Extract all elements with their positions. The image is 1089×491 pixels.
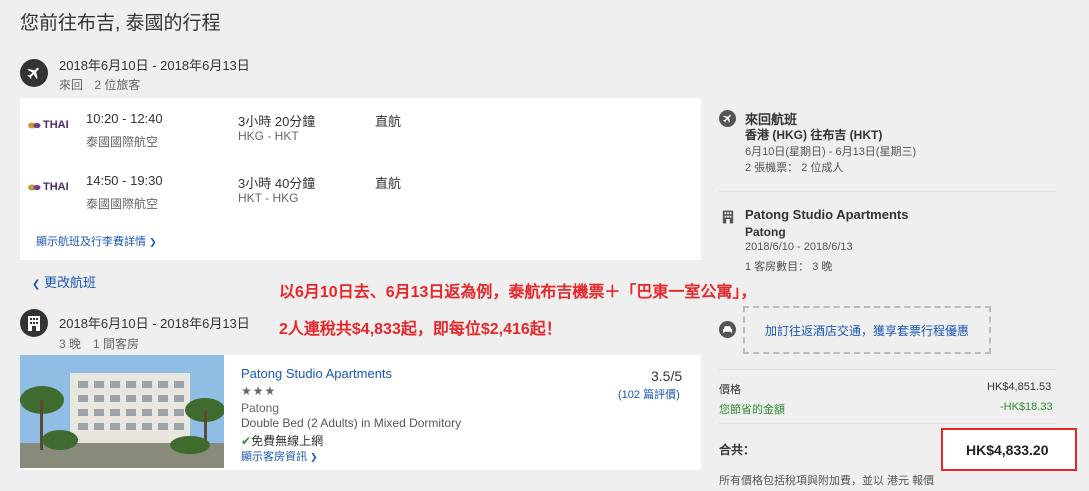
promo-line-2: 2人連稅共$4,833起，即每位$2,416起！: [279, 321, 562, 338]
segment-times: 10:20 - 12:40: [86, 111, 163, 126]
building-icon: [20, 309, 48, 337]
segment-route: HKG - HKT: [238, 129, 299, 143]
segment-duration: 3小時 20分鐘: [238, 114, 316, 129]
summary-divider: [719, 423, 1056, 424]
hotel-reviews-link[interactable]: (102 篇評價): [618, 386, 680, 402]
segment-stops: 直航: [375, 114, 402, 129]
chevron-down-icon: ❯: [149, 237, 157, 247]
promo-line-1: 以6月10日去、6月13日返為例，泰航布吉機票＋「巴東一室公寓」，: [279, 284, 757, 301]
hotel-wifi: ✔免費無線上網: [241, 432, 323, 449]
flight-card: THAI 10:20 - 12:40 泰國國際航空 3小時 20分鐘 HKG -…: [20, 98, 701, 260]
thai-airways-logo: THAI: [28, 119, 69, 131]
hotel-room-type: Double Bed (2 Adults) in Mixed Dormitory: [241, 416, 462, 430]
segment-times: 14:50 - 19:30: [86, 173, 163, 188]
summary-hotel-rooms: 1 客房數目： 3 晚: [745, 261, 833, 273]
car-icon: [719, 321, 736, 338]
segment-airline: 泰國國際航空: [86, 135, 159, 149]
chevron-down-icon: ❯: [310, 452, 318, 462]
segment-stops: 直航: [375, 176, 402, 191]
hotel-nights-rooms: 3 晚 1 間客房: [59, 337, 140, 351]
chevron-left-icon: ❮: [32, 279, 41, 290]
hotel-name-link[interactable]: Patong Studio Apartments: [241, 366, 392, 381]
room-details-label: 顯示客房資訊: [241, 451, 307, 463]
segment-route: HKT - HKG: [238, 191, 299, 205]
hotel-transfer-link[interactable]: 加訂往返酒店交通，獲享套票行程優惠: [765, 322, 969, 339]
hotel-area: Patong: [241, 401, 280, 415]
change-flight-label: 更改航班: [44, 275, 97, 290]
price-footnote: 所有價格包括稅項與附加費，並以 港元 報價: [719, 475, 935, 487]
hotel-guest-rating: 3.5/5: [651, 368, 683, 384]
flight-details-label: 顯示航班及行李費詳情: [36, 236, 146, 248]
summary-divider: [719, 369, 1056, 370]
summary-hotel-name: Patong Studio Apartments: [745, 207, 909, 222]
summary-flight-dates: 6月10日(星期日) - 6月13日(星期三): [745, 146, 917, 158]
flight-dates: 2018年6月10日 - 2018年6月13日: [59, 58, 250, 73]
airplane-icon: [719, 110, 736, 127]
building-icon: [719, 208, 736, 225]
total-label: 合共：: [719, 443, 756, 457]
summary-hotel-dates: 2018/6/10 - 2018/6/13: [745, 241, 853, 253]
thai-airways-logo: THAI: [28, 181, 69, 193]
price-label: 價格: [719, 384, 741, 396]
trip-type: 來回: [59, 78, 84, 92]
check-icon: ✔: [241, 434, 252, 448]
airline-logo-text: THAI: [43, 119, 69, 131]
summary-hotel-area: Patong: [745, 225, 786, 239]
savings-value: -HK$18.33: [1000, 401, 1053, 413]
segment-airline: 泰國國際航空: [86, 197, 159, 211]
airline-logo-text: THAI: [43, 181, 69, 193]
page-title: 您前往布吉, 泰國的行程: [20, 13, 221, 34]
summary-flight-tickets: 2 張機票： 2 位成人: [745, 162, 844, 174]
wifi-label: 免費無線上網: [251, 434, 324, 448]
flight-trip-info: 來回 2 位旅客: [59, 76, 140, 93]
price-value: HK$4,851.53: [987, 381, 1052, 393]
hotel-transfer-offer[interactable]: 加訂往返酒店交通，獲享套票行程優惠: [743, 306, 991, 354]
summary-flight-route: 香港 (HKG) 往布吉 (HKT): [745, 128, 883, 142]
hotel-dates: 2018年6月10日 - 2018年6月13日: [59, 316, 250, 331]
change-flight-link[interactable]: ❮ 更改航班: [32, 272, 96, 291]
hotel-photo[interactable]: [20, 355, 224, 468]
savings-label: 您節省的金額: [719, 404, 785, 416]
summary-divider: [719, 191, 1056, 192]
airplane-icon: [20, 59, 48, 87]
hotel-star-rating: ★★★: [241, 384, 277, 398]
room-details-link[interactable]: 顯示客房資訊 ❯: [241, 448, 318, 464]
total-value: HK$4,833.20: [966, 442, 1049, 458]
traveler-count: 2 位旅客: [94, 78, 141, 92]
flight-details-link[interactable]: 顯示航班及行李費詳情 ❯: [36, 233, 157, 249]
segment-duration: 3小時 40分鐘: [238, 176, 316, 191]
